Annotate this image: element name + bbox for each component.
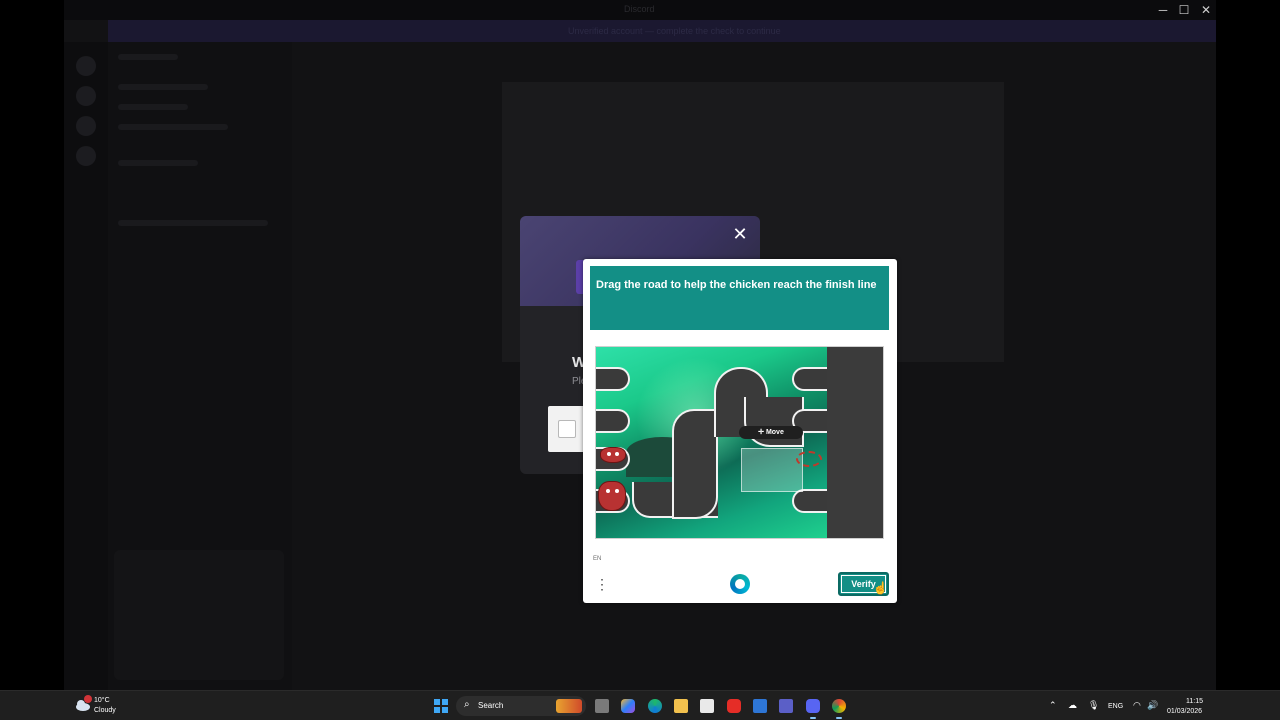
notice-banner: Unverified account — complete the check … [108, 20, 1216, 42]
server-icon[interactable] [76, 56, 96, 76]
sprite-eye [615, 489, 619, 493]
search-label: Search [478, 701, 504, 710]
weather-alert-icon [84, 695, 92, 703]
weather-condition: Cloudy [94, 707, 116, 714]
taskbar: 10°C Cloudy ⌕ Search ⌃ ☁ 🎙 ENG ◠ 🔊 11:15… [0, 690, 1280, 720]
finish-line-icon [796, 451, 822, 467]
teams-icon[interactable] [779, 699, 793, 713]
cloud-sync-icon[interactable]: ☁ [1068, 700, 1077, 711]
menu-icon[interactable]: ⋮ [595, 576, 609, 592]
banner-text: Unverified account — complete the check … [568, 26, 781, 36]
input-language[interactable]: ENG [1108, 703, 1123, 710]
captcha-challenge: Drag the road to help the chicken reach … [583, 259, 897, 603]
server-icon[interactable] [76, 146, 96, 166]
channel-placeholder [118, 84, 208, 90]
folder-icon[interactable] [674, 699, 688, 713]
clock-time[interactable]: 11:15 [1186, 698, 1203, 705]
road-tile[interactable] [792, 367, 827, 391]
mail-icon[interactable] [753, 699, 767, 713]
channel-placeholder [118, 160, 198, 166]
challenge-prompt: Drag the road to help the chicken reach … [590, 266, 889, 330]
window-title: Discord [624, 4, 655, 14]
store-icon[interactable] [700, 699, 714, 713]
server-icon[interactable] [76, 116, 96, 136]
chevron-up-icon[interactable]: ⌃ [1049, 700, 1057, 711]
weather-temperature: 10°C [94, 697, 110, 704]
server-list [64, 42, 108, 690]
window-titlebar: Discord ─ ☐ ✕ [64, 0, 1216, 20]
discord-icon[interactable] [806, 699, 820, 713]
captcha-checkbox[interactable] [558, 420, 576, 438]
pointer-cursor-icon: ☝ [873, 581, 888, 595]
move-tooltip: ✛ Move [739, 426, 803, 439]
search-icon: ⌕ [464, 699, 470, 710]
desktop-screen: Discord ─ ☐ ✕ Unverified account — compl… [0, 0, 1280, 720]
search-highlight-icon [556, 699, 582, 713]
user-panel [114, 550, 284, 680]
youtube-icon[interactable] [727, 699, 741, 713]
active-app-indicator [810, 717, 816, 719]
sprite-eye [607, 452, 611, 456]
monster-sprite [598, 481, 626, 511]
chrome-icon[interactable] [832, 699, 846, 713]
close-icon[interactable]: ✕ [730, 224, 750, 244]
channel-placeholder [118, 54, 178, 60]
server-icon[interactable] [76, 86, 96, 106]
channel-placeholder [118, 124, 228, 130]
road-tile[interactable] [672, 409, 718, 519]
active-app-indicator [836, 717, 842, 719]
road-tile[interactable] [792, 489, 827, 513]
prompt-text: Drag the road to help the chicken reach … [596, 279, 877, 291]
hcaptcha-logo-icon [730, 574, 750, 594]
puzzle-image[interactable]: ✛ Move [596, 347, 827, 538]
wifi-icon[interactable]: ◠ [1133, 700, 1141, 711]
microphone-icon[interactable]: 🎙 [1088, 700, 1099, 711]
edge-icon[interactable] [648, 699, 662, 713]
task-view-icon[interactable] [595, 699, 609, 713]
channel-placeholder [118, 104, 188, 110]
sprite-eye [615, 452, 619, 456]
channel-placeholder [118, 220, 268, 226]
road-tile[interactable] [596, 367, 630, 391]
minimize-icon[interactable]: ─ [1152, 1, 1174, 19]
volume-icon[interactable]: 🔊 [1147, 700, 1158, 711]
taskbar-search[interactable]: ⌕ Search [456, 696, 586, 716]
close-window-icon[interactable]: ✕ [1195, 1, 1217, 19]
language-selector[interactable]: EN [593, 556, 601, 562]
puzzle-area: ✛ Move [595, 346, 884, 539]
windows-start-icon[interactable] [434, 699, 448, 713]
copilot-icon[interactable] [621, 699, 635, 713]
sprite-eye [606, 489, 610, 493]
draggable-tile[interactable] [741, 448, 803, 492]
maximize-icon[interactable]: ☐ [1173, 1, 1195, 19]
road-tile[interactable] [596, 409, 630, 433]
move-label: Move [765, 429, 784, 436]
chicken-sprite [600, 447, 626, 463]
clock-date[interactable]: 01/03/2026 [1167, 708, 1202, 715]
